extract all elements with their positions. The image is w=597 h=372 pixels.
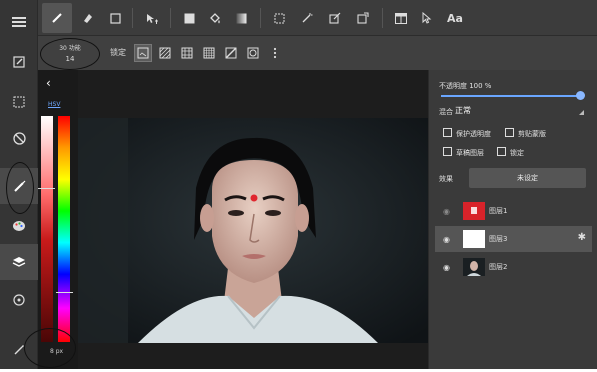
brush-px-label: 8 px	[50, 348, 64, 355]
palette-icon[interactable]	[0, 208, 38, 244]
lock-dense-grid-icon[interactable]	[200, 44, 218, 62]
eraser-tool-icon[interactable]	[72, 3, 102, 33]
lock-grid-icon[interactable]	[178, 44, 196, 62]
opacity-slider[interactable]	[441, 95, 579, 97]
gear-icon[interactable]: ✱	[578, 232, 586, 243]
pointer-tool-icon[interactable]	[412, 3, 442, 33]
layer-name: 图层2	[489, 263, 508, 271]
blend-label: 混合	[439, 108, 453, 116]
hue-slider[interactable]	[58, 116, 70, 342]
menu-icon[interactable]	[0, 4, 38, 40]
brush-size-caption: 30 功能	[59, 45, 81, 52]
draft-checkbox[interactable]	[443, 147, 452, 156]
layer-row[interactable]: ◉ 图层2	[435, 254, 592, 280]
shape-tool-icon[interactable]	[100, 3, 130, 33]
blend-mode-select[interactable]: 正常	[455, 105, 471, 116]
lock-option-label: 锁定	[510, 149, 524, 157]
lock-none-icon[interactable]	[134, 44, 152, 62]
lock-diagonal-icon[interactable]	[222, 44, 240, 62]
selection-icon[interactable]	[0, 84, 38, 120]
top-toolbar: Aa	[38, 0, 597, 36]
layer-row[interactable]: ◉ 图层1	[435, 198, 592, 224]
clip-label: 剪贴蒙版	[518, 130, 546, 138]
draft-label: 草稿图层	[456, 149, 484, 157]
layer-thumbnail	[463, 258, 485, 276]
left-sidebar	[0, 0, 38, 372]
layers-icon[interactable]	[0, 244, 38, 280]
canvas-image[interactable]	[78, 118, 428, 343]
color-mode-label[interactable]: HSV	[48, 101, 60, 108]
toolbar-divider	[260, 8, 261, 28]
more-options-icon[interactable]	[266, 44, 284, 62]
opacity-label: 不透明度 100 %	[439, 82, 492, 90]
opacity-slider-knob[interactable]	[576, 91, 585, 100]
layers-panel: 不透明度 100 % 混合 正常 保护透明度 剪贴蒙版 草稿图层 锁定 效果 未…	[428, 70, 597, 372]
hue-marker[interactable]	[56, 292, 73, 293]
toolbar-divider	[132, 8, 133, 28]
record-icon[interactable]	[0, 282, 38, 318]
text-tool-button[interactable]: Aa	[440, 3, 470, 33]
brush-icon[interactable]	[0, 168, 38, 204]
pen-icon[interactable]	[0, 332, 38, 368]
clip-checkbox[interactable]	[505, 128, 514, 137]
lock-hatch-icon[interactable]	[156, 44, 174, 62]
app-window: Aa 30 功能 14 锁定 ‹ HSV 8 px 不透明度 100 % 混合 …	[0, 0, 597, 372]
dropdown-arrow-icon[interactable]	[579, 110, 584, 115]
back-arrow-icon[interactable]: ‹	[46, 76, 51, 90]
stamp-tool-icon[interactable]	[348, 3, 378, 33]
layer-thumbnail	[463, 202, 485, 220]
brush-size-value: 14	[65, 55, 75, 63]
layer-thumbnail	[463, 230, 485, 248]
value-slider[interactable]	[41, 116, 53, 342]
protect-alpha-label: 保护透明度	[456, 130, 491, 138]
layer-name: 图层3	[489, 235, 508, 243]
edit-canvas-icon[interactable]	[0, 44, 38, 80]
protect-alpha-checkbox[interactable]	[443, 128, 452, 137]
eye-icon[interactable]: ◉	[443, 207, 450, 216]
move-tool-icon[interactable]	[136, 3, 166, 33]
lock-radial-icon[interactable]	[244, 44, 262, 62]
brush-options-bar: 30 功能 14 锁定	[38, 36, 597, 70]
effect-button[interactable]: 未设定	[469, 168, 586, 188]
snap-off-icon[interactable]	[0, 120, 38, 156]
eye-icon[interactable]: ◉	[443, 235, 450, 244]
layer-row[interactable]: ◉ 图层3 ✱	[435, 226, 592, 252]
select-rect-tool-icon[interactable]	[264, 3, 294, 33]
color-panel: ‹ HSV 8 px	[38, 70, 78, 372]
gradient-tool-icon[interactable]	[226, 3, 256, 33]
toolbar-divider	[382, 8, 383, 28]
lock-checkbox[interactable]	[497, 147, 506, 156]
toolbar-divider	[170, 8, 171, 28]
transform-tool-icon[interactable]	[320, 3, 350, 33]
layer-name: 图层1	[489, 207, 508, 215]
eye-icon[interactable]: ◉	[443, 263, 450, 272]
brush-tool-icon[interactable]	[42, 3, 72, 33]
lock-label: 锁定	[110, 48, 126, 57]
effect-label: 效果	[439, 175, 453, 183]
canvas-area[interactable]: ‹ HSV 8 px	[38, 70, 428, 372]
value-marker[interactable]	[38, 188, 55, 189]
magic-wand-tool-icon[interactable]	[292, 3, 322, 33]
brush-size-control[interactable]: 30 功能 14	[42, 40, 98, 66]
